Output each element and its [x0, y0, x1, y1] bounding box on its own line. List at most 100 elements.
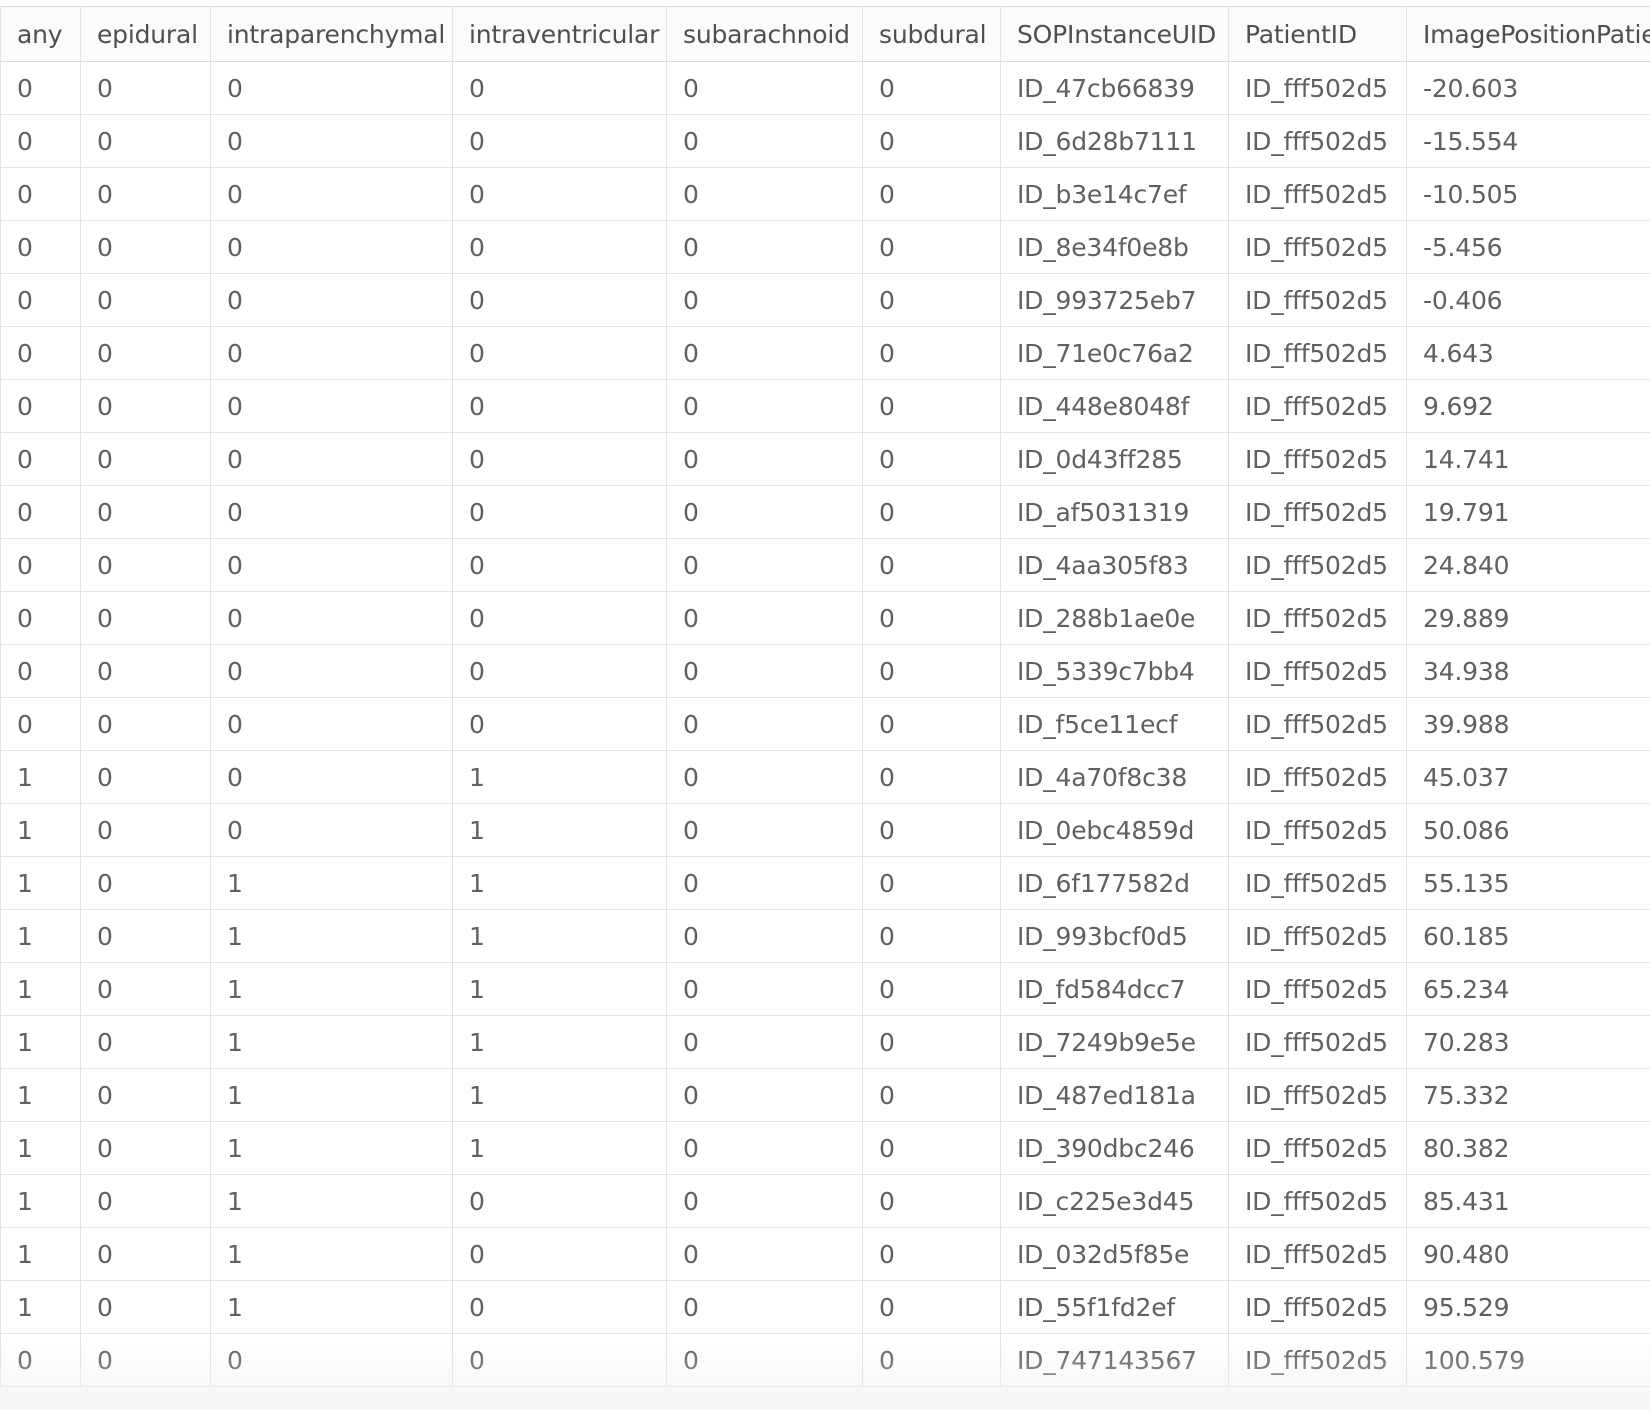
imagepositionpatient-cell[interactable]: 85.431 [1406, 1174, 1650, 1228]
subdural-cell[interactable]: 0 [862, 114, 1001, 168]
table-row[interactable]: 0 0 0 0 0 0 ID_4aa305f83 ID_fff502d5 24.840 [0, 538, 1650, 592]
table-row[interactable]: 1 0 1 0 0 0 ID_032d5f85e ID_fff502d5 90.480 [0, 1227, 1650, 1281]
any-cell[interactable]: 1 [0, 1174, 81, 1228]
epidural-cell[interactable]: 0 [80, 1015, 211, 1069]
intraparenchymal-cell[interactable]: 0 [210, 644, 453, 698]
epidural-cell[interactable]: 0 [80, 909, 211, 963]
imagepositionpatient-cell[interactable]: 45.037 [1406, 750, 1650, 804]
intraparenchymal-cell[interactable]: 1 [210, 962, 453, 1016]
intraparenchymal-cell[interactable]: 0 [210, 432, 453, 486]
table-row[interactable]: 0 0 0 0 0 0 ID_288b1ae0e ID_fff502d5 29.889 [0, 591, 1650, 645]
any-cell[interactable]: 1 [0, 1280, 81, 1334]
patientid-cell[interactable]: ID_fff502d5 [1228, 856, 1407, 910]
sopinstanceuid-cell[interactable]: ID_6d28b7111 [1000, 114, 1229, 168]
table-row[interactable]: 1 0 0 1 0 0 ID_4a70f8c38 ID_fff502d5 45.037 [0, 750, 1650, 804]
table-row[interactable]: 1 0 1 1 0 0 ID_fd584dcc7 ID_fff502d5 65.234 [0, 962, 1650, 1016]
any-cell[interactable]: 0 [0, 538, 81, 592]
sopinstanceuid-col-header[interactable]: SOPInstanceUID [1000, 6, 1229, 62]
patientid-cell[interactable]: ID_fff502d5 [1228, 114, 1407, 168]
patientid-cell[interactable]: ID_fff502d5 [1228, 379, 1407, 433]
sopinstanceuid-cell[interactable]: ID_55f1fd2ef [1000, 1280, 1229, 1334]
subarachnoid-cell[interactable]: 0 [666, 379, 863, 433]
patientid-cell[interactable]: ID_fff502d5 [1228, 962, 1407, 1016]
intraparenchymal-cell[interactable]: 0 [210, 379, 453, 433]
subarachnoid-cell[interactable]: 0 [666, 167, 863, 221]
epidural-cell[interactable]: 0 [80, 326, 211, 380]
subarachnoid-cell[interactable]: 0 [666, 591, 863, 645]
intraparenchymal-cell[interactable]: 0 [210, 114, 453, 168]
subarachnoid-cell[interactable]: 0 [666, 644, 863, 698]
subarachnoid-cell[interactable]: 0 [666, 538, 863, 592]
intraventricular-cell[interactable]: 0 [452, 644, 667, 698]
intraparenchymal-cell[interactable]: 0 [210, 167, 453, 221]
any-cell[interactable]: 0 [0, 485, 81, 539]
epidural-cell[interactable]: 0 [80, 591, 211, 645]
intraventricular-cell[interactable]: 0 [452, 591, 667, 645]
intraventricular-cell[interactable]: 1 [452, 962, 667, 1016]
intraparenchymal-cell[interactable]: 1 [210, 1121, 453, 1175]
epidural-cell[interactable]: 0 [80, 167, 211, 221]
imagepositionpatient-cell[interactable]: 75.332 [1406, 1068, 1650, 1122]
patientid-cell[interactable]: ID_fff502d5 [1228, 803, 1407, 857]
epidural-cell[interactable]: 0 [80, 697, 211, 751]
imagepositionpatient-cell[interactable]: -5.456 [1406, 220, 1650, 274]
patientid-cell[interactable]: ID_fff502d5 [1228, 485, 1407, 539]
epidural-cell[interactable]: 0 [80, 750, 211, 804]
patientid-cell[interactable]: ID_fff502d5 [1228, 1121, 1407, 1175]
imagepositionpatient-cell[interactable]: 39.988 [1406, 697, 1650, 751]
sopinstanceuid-cell[interactable]: ID_f5ce11ecf [1000, 697, 1229, 751]
imagepositionpatient-cell[interactable]: -10.505 [1406, 167, 1650, 221]
subdural-cell[interactable]: 0 [862, 379, 1001, 433]
subdural-cell[interactable]: 0 [862, 962, 1001, 1016]
any-cell[interactable]: 1 [0, 1068, 81, 1122]
intraparenchymal-cell[interactable]: 1 [210, 1280, 453, 1334]
subarachnoid-cell[interactable]: 0 [666, 220, 863, 274]
epidural-cell[interactable]: 0 [80, 485, 211, 539]
intraparenchymal-cell[interactable]: 1 [210, 1015, 453, 1069]
epidural-cell[interactable]: 0 [80, 379, 211, 433]
intraventricular-cell[interactable]: 0 [452, 1174, 667, 1228]
imagepositionpatient-cell[interactable]: 70.283 [1406, 1015, 1650, 1069]
imagepositionpatient-col-header[interactable]: ImagePositionPatie [1406, 6, 1650, 62]
epidural-cell[interactable]: 0 [80, 644, 211, 698]
any-cell[interactable]: 0 [0, 1333, 81, 1387]
subarachnoid-cell[interactable]: 0 [666, 273, 863, 327]
patientid-cell[interactable]: ID_fff502d5 [1228, 591, 1407, 645]
subdural-cell[interactable]: 0 [862, 697, 1001, 751]
imagepositionpatient-cell[interactable]: 19.791 [1406, 485, 1650, 539]
sopinstanceuid-cell[interactable]: ID_487ed181a [1000, 1068, 1229, 1122]
imagepositionpatient-cell[interactable]: 95.529 [1406, 1280, 1650, 1334]
subdural-cell[interactable]: 0 [862, 856, 1001, 910]
subdural-cell[interactable]: 0 [862, 1174, 1001, 1228]
epidural-cell[interactable]: 0 [80, 1121, 211, 1175]
subarachnoid-cell[interactable]: 0 [666, 1280, 863, 1334]
table-row[interactable]: 0 0 0 0 0 0 ID_993725eb7 ID_fff502d5 -0.406 [0, 273, 1650, 327]
intraventricular-cell[interactable]: 0 [452, 114, 667, 168]
epidural-cell[interactable]: 0 [80, 114, 211, 168]
intraventricular-cell[interactable]: 0 [452, 220, 667, 274]
sopinstanceuid-cell[interactable]: ID_390dbc246 [1000, 1121, 1229, 1175]
subarachnoid-cell[interactable]: 0 [666, 432, 863, 486]
intraparenchymal-cell[interactable]: 0 [210, 538, 453, 592]
patientid-cell[interactable]: ID_fff502d5 [1228, 61, 1407, 115]
patientid-cell[interactable]: ID_fff502d5 [1228, 1068, 1407, 1122]
patientid-cell[interactable]: ID_fff502d5 [1228, 909, 1407, 963]
any-cell[interactable]: 0 [0, 326, 81, 380]
subdural-cell[interactable]: 0 [862, 220, 1001, 274]
sopinstanceuid-cell[interactable]: ID_993725eb7 [1000, 273, 1229, 327]
table-row[interactable]: 0 0 0 0 0 0 ID_71e0c76a2 ID_fff502d5 4.643 [0, 326, 1650, 380]
imagepositionpatient-cell[interactable]: -20.603 [1406, 61, 1650, 115]
intraparenchymal-cell[interactable]: 0 [210, 750, 453, 804]
data-table-viewport[interactable]: any epidural intraparenchymal intraventricu… [0, 6, 1650, 1410]
sopinstanceuid-cell[interactable]: ID_c225e3d45 [1000, 1174, 1229, 1228]
any-cell[interactable]: 0 [0, 591, 81, 645]
patientid-cell[interactable]: ID_fff502d5 [1228, 273, 1407, 327]
subarachnoid-col-header[interactable]: subarachnoid [666, 6, 863, 62]
intraventricular-cell[interactable]: 0 [452, 61, 667, 115]
any-cell[interactable]: 1 [0, 1227, 81, 1281]
epidural-cell[interactable]: 0 [80, 61, 211, 115]
subarachnoid-cell[interactable]: 0 [666, 909, 863, 963]
patientid-cell[interactable]: ID_fff502d5 [1228, 220, 1407, 274]
subarachnoid-cell[interactable]: 0 [666, 1015, 863, 1069]
any-cell[interactable]: 0 [0, 644, 81, 698]
